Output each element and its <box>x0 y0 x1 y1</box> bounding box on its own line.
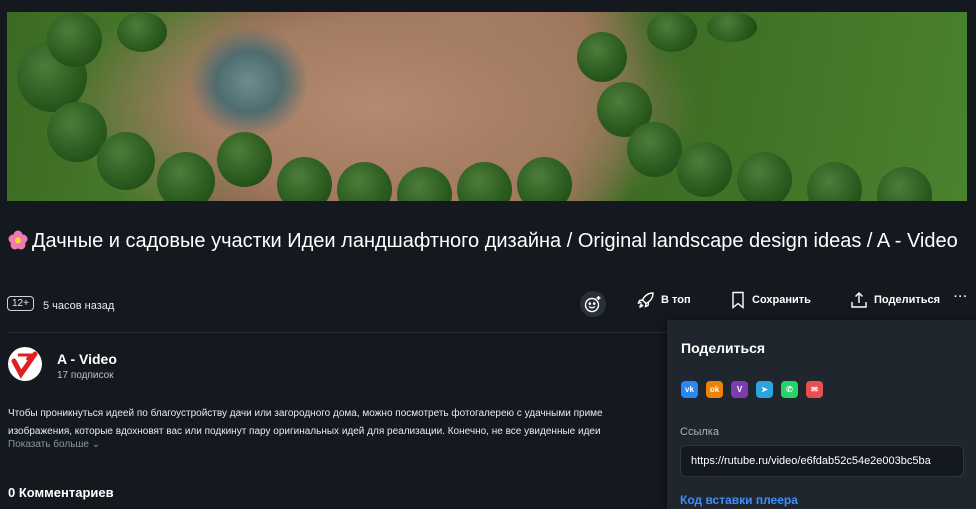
description-line: Чтобы проникнуться идеей по благоустройс… <box>8 408 603 419</box>
video-description: Чтобы проникнуться идеей по благоустройс… <box>8 405 636 441</box>
share-panel-title: Поделиться <box>681 340 766 356</box>
top-button-label: В топ <box>661 294 691 306</box>
divider <box>7 332 677 333</box>
top-button[interactable]: В топ <box>637 291 691 309</box>
bookmark-icon <box>732 291 744 309</box>
share-button[interactable]: Поделиться <box>850 291 940 309</box>
share-button-label: Поделиться <box>874 294 941 306</box>
video-title-text: Дачные и садовые участки Идеи ландшафтно… <box>32 230 958 252</box>
flower-icon <box>8 230 28 250</box>
show-more-link[interactable]: Показать больше ⌄ <box>8 439 100 450</box>
telegram-share-button[interactable]: ➤ <box>756 381 773 398</box>
share-icon <box>851 292 867 308</box>
channel-name[interactable]: A - Video <box>57 351 117 367</box>
viber-share-button[interactable]: V <box>731 381 748 398</box>
channel-avatar[interactable] <box>8 347 42 381</box>
description-line: изображения, которые вдохновят вас или п… <box>8 426 601 437</box>
save-button-label: Сохранить <box>752 294 811 306</box>
whatsapp-share-button[interactable]: ✆ <box>781 381 798 398</box>
more-icon: ··· <box>954 291 968 303</box>
reaction-button[interactable] <box>580 291 606 317</box>
more-options-button[interactable]: ··· <box>954 291 968 303</box>
smile-add-icon <box>584 296 601 313</box>
age-rating-badge: 12+ <box>7 296 34 311</box>
vk-share-button[interactable]: vk <box>681 381 698 398</box>
link-label: Ссылка <box>680 426 719 438</box>
chevron-down-icon: ⌄ <box>91 439 101 450</box>
video-player[interactable] <box>7 12 967 201</box>
show-more-label: Показать больше <box>8 439 89 450</box>
comments-heading: 0 Комментариев <box>8 485 114 500</box>
odnoklassniki-share-button[interactable]: ok <box>706 381 723 398</box>
publish-time: 5 часов назад <box>43 300 115 312</box>
email-share-button[interactable]: ✉ <box>806 381 823 398</box>
video-title: Дачные и садовые участки Идеи ландшафтно… <box>8 225 976 257</box>
channel-logo-icon <box>11 351 38 379</box>
rocket-icon <box>637 292 654 308</box>
embed-code-link[interactable]: Код вставки плеера <box>680 493 798 507</box>
social-share-list: vk ok V ➤ ✆ ✉ <box>681 381 823 398</box>
share-link-field[interactable]: https://rutube.ru/video/e6fdab52c54e2e00… <box>680 445 964 477</box>
subscriber-count: 17 подписок <box>57 370 114 381</box>
save-button[interactable]: Сохранить <box>730 291 811 309</box>
share-panel: Поделиться vk ok V ➤ ✆ ✉ Ссылка https://… <box>667 320 976 509</box>
